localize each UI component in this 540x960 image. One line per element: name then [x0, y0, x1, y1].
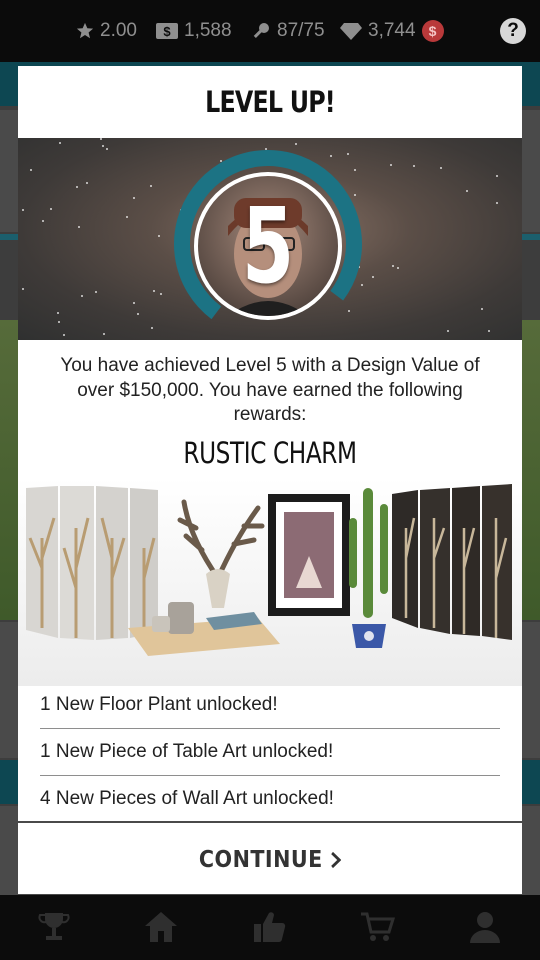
list-item: 1 New Piece of Table Art unlocked! [40, 729, 500, 776]
chevron-right-icon [331, 851, 341, 868]
sparkle [390, 164, 392, 166]
sparkle [100, 138, 102, 140]
sparkle [50, 208, 52, 210]
sparkle [481, 308, 483, 310]
bottom-nav [0, 895, 540, 960]
list-item: 4 New Pieces of Wall Art unlocked! [40, 788, 334, 809]
sparkle [133, 302, 135, 304]
home-icon[interactable] [143, 909, 179, 945]
sparkle [86, 182, 88, 184]
sparkle [76, 186, 78, 188]
sparkle [57, 312, 59, 314]
framed-art [268, 494, 350, 616]
sparkle [58, 321, 60, 323]
rating-value: 2.00 [100, 20, 137, 41]
sparkle [22, 209, 24, 211]
sparkle [59, 142, 61, 144]
cart-icon[interactable] [359, 909, 395, 945]
diamonds-value: 3,744 [368, 20, 416, 41]
sparkle [150, 185, 152, 187]
reward-set-title: RUSTIC CHARM [183, 436, 357, 470]
sparkle [81, 295, 83, 297]
sparkle [397, 267, 399, 269]
coin-icon[interactable]: $ [421, 20, 444, 42]
sparkle [133, 197, 135, 199]
sparkle [496, 202, 498, 204]
sparkle [466, 190, 468, 192]
sparkle [447, 330, 449, 332]
level-up-modal: LEVEL UP! 5 You have achieved Level 5 wi… [18, 66, 522, 894]
sparkle [126, 216, 128, 218]
sparkle [137, 313, 139, 315]
star-icon [76, 22, 94, 39]
sparkle [42, 220, 44, 222]
sparkle [496, 175, 498, 177]
sparkle [63, 334, 65, 336]
sparkle [440, 167, 442, 169]
continue-bar: CONTINUE [18, 821, 522, 894]
sparkle [160, 293, 162, 295]
sparkle [413, 165, 415, 167]
svg-text:$: $ [163, 24, 171, 39]
level-number: 5 [241, 185, 295, 307]
top-status-bar: 2.00 $ 1,588 87/75 3,744 $ ? [0, 0, 540, 62]
sparkle [372, 276, 374, 278]
sparkle [151, 327, 153, 329]
sparkle [158, 235, 160, 237]
sparkle [95, 291, 97, 293]
reward-list: 1 New Floor Plant unlocked! 1 New Piece … [40, 682, 500, 822]
sparkle [30, 169, 32, 171]
sparkle [22, 288, 24, 290]
level-message: You have achieved Level 5 with a Design … [60, 355, 480, 425]
level-hero-banner: 5 [18, 138, 522, 340]
key-icon [253, 23, 269, 38]
continue-label: CONTINUE [199, 846, 323, 873]
sparkle [295, 143, 297, 145]
trophy-icon[interactable] [36, 909, 72, 945]
diamond-icon [340, 23, 362, 40]
sparkle [488, 330, 490, 332]
sparkle [102, 145, 104, 147]
cash-icon: $ [156, 23, 178, 39]
sparkle [392, 265, 394, 267]
sparkle [78, 226, 80, 228]
modal-title: LEVEL UP! [205, 85, 336, 119]
cash-stat: $ 1,588 [156, 18, 232, 44]
help-icon[interactable]: ? [500, 18, 526, 44]
rating-stat: 2.00 [76, 18, 137, 44]
sparkle [103, 333, 105, 335]
reward-showcase-image [18, 478, 522, 686]
list-item: 1 New Floor Plant unlocked! [40, 682, 500, 729]
cash-value: 1,588 [184, 20, 232, 41]
tree-screen-left [26, 486, 158, 640]
keys-stat: 87/75 [251, 18, 325, 44]
sparkle [106, 148, 108, 150]
profile-icon[interactable] [467, 909, 503, 945]
tree-screen-right [392, 484, 512, 640]
continue-button[interactable]: CONTINUE [199, 847, 341, 873]
thumbs-up-icon[interactable] [251, 909, 287, 945]
diamonds-stat: 3,744 $ [340, 18, 444, 44]
keys-value: 87/75 [277, 20, 325, 41]
sparkle [153, 290, 155, 292]
